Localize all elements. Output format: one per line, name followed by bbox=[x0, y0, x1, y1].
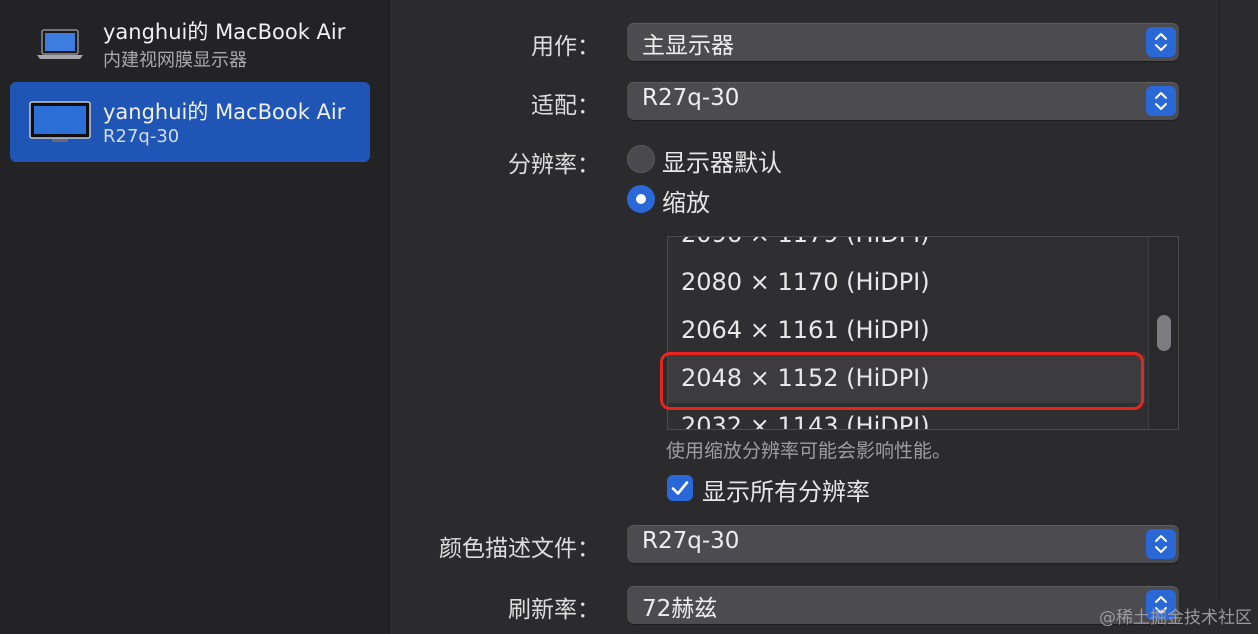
refresh-rate-value: 72赫兹 bbox=[642, 596, 718, 622]
radio-scaled-resolution[interactable] bbox=[627, 185, 655, 213]
sidebar: yanghui的 MacBook Air 内建视网膜显示器 yanghui的 M… bbox=[0, 0, 390, 634]
resolution-row[interactable]: 2064 × 1161 (HiDPI) bbox=[668, 307, 1145, 355]
color-profile-value: R27q-30 bbox=[642, 528, 740, 554]
device-name: yanghui的 MacBook Air bbox=[103, 100, 346, 124]
show-all-checkbox[interactable] bbox=[667, 475, 693, 501]
checkmark-icon bbox=[671, 481, 689, 495]
annotation-highlight-box bbox=[660, 352, 1144, 410]
resolution-row[interactable]: 2096 × 1179 (HiDPI) bbox=[668, 237, 1145, 259]
device-name: yanghui的 MacBook Air bbox=[103, 20, 346, 44]
show-all-label: 显示所有分辨率 bbox=[702, 478, 870, 506]
color-profile-popup[interactable]: R27q-30 bbox=[627, 525, 1179, 563]
scrollbar-thumb[interactable] bbox=[1157, 315, 1171, 351]
popup-stepper-icon bbox=[1146, 27, 1176, 57]
radio-scaled-label: 缩放 bbox=[662, 189, 710, 217]
optimize-for-label: 适配： bbox=[531, 93, 600, 119]
list-scrollbar[interactable] bbox=[1148, 237, 1178, 429]
resolution-row[interactable]: 2080 × 1170 (HiDPI) bbox=[668, 259, 1145, 307]
use-as-value: 主显示器 bbox=[642, 33, 734, 59]
watermark: @稀土掘金技术社区 bbox=[1099, 608, 1252, 628]
performance-note: 使用缩放分辨率可能会影响性能。 bbox=[666, 440, 952, 462]
refresh-rate-label: 刷新率： bbox=[508, 597, 600, 623]
radio-default-label: 显示器默认 bbox=[662, 149, 782, 177]
use-as-popup[interactable]: 主显示器 bbox=[627, 23, 1179, 61]
optimize-for-value: R27q-30 bbox=[642, 85, 740, 111]
monitor-icon bbox=[29, 101, 91, 142]
popup-stepper-icon bbox=[1146, 529, 1176, 559]
refresh-rate-popup[interactable]: 72赫兹 bbox=[627, 586, 1179, 624]
device-subtitle: 内建视网膜显示器 bbox=[103, 50, 247, 71]
popup-stepper-icon bbox=[1146, 86, 1176, 116]
radio-default-resolution[interactable] bbox=[627, 145, 655, 173]
device-subtitle: R27q-30 bbox=[103, 126, 180, 147]
divider bbox=[1219, 0, 1220, 600]
device-item-external[interactable]: yanghui的 MacBook Air R27q-30 bbox=[10, 82, 370, 162]
laptop-icon bbox=[37, 29, 83, 59]
optimize-for-popup[interactable]: R27q-30 bbox=[627, 82, 1179, 120]
use-as-label: 用作： bbox=[531, 34, 600, 60]
color-profile-label: 颜色描述文件： bbox=[439, 536, 600, 562]
device-item-builtin[interactable]: yanghui的 MacBook Air 内建视网膜显示器 bbox=[10, 3, 370, 83]
resolution-label: 分辨率： bbox=[508, 152, 600, 178]
